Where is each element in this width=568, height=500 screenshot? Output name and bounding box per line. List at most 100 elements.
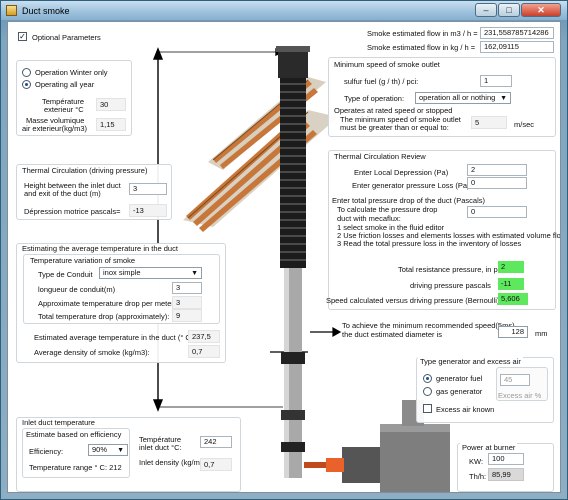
rated-speed-label: Operates at rated speed or stopped (334, 106, 453, 115)
all-year-radio[interactable] (22, 80, 31, 89)
diameter-label-2: the duct estimated diameter is (342, 330, 443, 339)
generator-loss-input[interactable]: 0 (467, 177, 527, 189)
sulfur-input[interactable]: 1 (480, 75, 512, 87)
flow-kg-label: Smoke estimated flow in kg / h = (367, 43, 476, 52)
th-value: 85,99 (488, 468, 524, 481)
efficiency-label: Efficiency: (29, 447, 64, 456)
operation-type-value: operation all or nothing (419, 93, 496, 102)
duct-pipe (276, 46, 310, 478)
client-area: ✓ Optional Parameters Smoke estimated fl… (7, 21, 561, 493)
ext-temp-input[interactable]: 30 (96, 98, 126, 111)
estimated-temp-label: Estimated average temperature in the duc… (34, 333, 194, 342)
gas-generator-label: gas generator (436, 387, 483, 396)
winter-only-label: Operation Winter only (35, 68, 108, 77)
air-density-input[interactable]: 1,15 (96, 118, 126, 131)
diameter-value: 128 (498, 326, 528, 338)
operation-type-label: Type of operation: (344, 94, 405, 103)
app-window: Duct smoke – □ ✕ ✓ Optional Parameters S… (0, 0, 568, 500)
excess-air-known-label: Excess air known (436, 405, 495, 414)
total-temp-drop-label: Total temperature drop (approximately): (38, 312, 170, 321)
total-temp-drop-value: 9 (172, 309, 202, 322)
air-density-label-2: air exterieur(kg/m3) (22, 124, 88, 133)
estimated-temp-value: 237,5 (188, 330, 220, 343)
diameter-dimension-arrow (270, 326, 342, 353)
speed-value: 5,606 (498, 293, 528, 305)
local-depression-label: Enter Local Depression (Pa) (354, 168, 449, 177)
calc-line-2: duct with mecaflux: (337, 214, 401, 223)
step-3: 3 Read the total pressure loss in the in… (337, 239, 522, 248)
generator-fuel-label: generator fuel (436, 374, 483, 383)
height-label-2: and exit of the duct (m) (24, 189, 101, 198)
driving-pressure-value: -11 (498, 278, 524, 290)
resistance-value: 2 (498, 261, 524, 273)
inlet-density-value: 0,7 (200, 458, 232, 471)
generator-loss-label: Enter generator pressure Loss (Pa) (352, 181, 470, 190)
depression-value: -13 (129, 204, 167, 217)
temp-variation-title: Temperature variation of smoke (28, 256, 138, 265)
speed-label: Speed calculated versus driving pressure… (326, 296, 512, 305)
inlet-temp-label-2: inlet duct °C: (139, 443, 182, 452)
temp-range-label: Temperature range ° C: 212 (29, 463, 122, 472)
optional-parameters-checkbox[interactable]: ✓ (18, 32, 27, 41)
generator-fuel-radio[interactable] (423, 374, 432, 383)
efficiency-value: 90% (92, 445, 108, 454)
avg-density-value: 0,7 (188, 345, 220, 358)
chevron-down-icon: ▼ (500, 95, 507, 102)
duct-length-input[interactable]: 3 (172, 282, 202, 294)
drop-per-meter-value: 3 (172, 296, 202, 309)
kw-label: KW: (469, 457, 484, 466)
roof-illustration (183, 77, 338, 232)
excess-air-caption: Excess air % (498, 391, 542, 400)
min-speed-value: 5 (471, 116, 507, 129)
flow-m3-label: Smoke estimated flow in m3 / h = (367, 29, 478, 38)
sulfur-label: sulfur fuel (g / th) / pci: (344, 77, 419, 86)
window-title: Duct smoke (22, 5, 70, 16)
avg-temp-title: Estimating the average temperature in th… (20, 244, 180, 253)
conduit-type-label: Type de Conduit (38, 270, 93, 279)
calc-line-1: To calculate the pressure drop (337, 205, 438, 214)
operation-type-dropdown[interactable]: operation all or nothing ▼ (415, 92, 511, 104)
app-icon (6, 5, 17, 16)
conduit-type-value: inox simple (103, 268, 141, 277)
total-drop-label: Enter total pressure drop of the duct (P… (332, 196, 485, 205)
title-bar[interactable]: Duct smoke – □ ✕ (1, 1, 567, 20)
inlet-temp-input[interactable]: 242 (200, 436, 232, 448)
gas-generator-radio[interactable] (423, 387, 432, 396)
efficiency-dropdown[interactable]: 90% ▼ (88, 444, 128, 456)
avg-density-label: Average density of smoke (kg/m3): (34, 348, 150, 357)
kw-input[interactable]: 100 (488, 453, 524, 465)
inlet-density-label: Inlet density (kg/m3): (139, 458, 209, 467)
generator-title: Type generator and excess air (418, 357, 523, 366)
power-title: Power at burner (460, 443, 518, 452)
resistance-label: Total resistance pressure, in pasc (398, 265, 510, 274)
depression-label: Dépression motrice pascals= (24, 207, 121, 216)
inlet-temp-title: Inlet duct temperature (20, 418, 97, 427)
driving-pressure-label: driving pressure pascals (410, 281, 491, 290)
total-drop-input[interactable]: 0 (467, 206, 527, 218)
winter-only-radio[interactable] (22, 68, 31, 77)
local-depression-input[interactable]: 2 (467, 164, 527, 176)
diameter-unit: mm (535, 329, 548, 338)
drop-per-meter-label: Approximate temperature drop per meter: (38, 299, 176, 308)
review-title: Thermal Circulation Review (332, 152, 428, 161)
duct-length-label: longueur de conduit(m) (38, 285, 116, 294)
excess-air-input[interactable]: 45 (500, 374, 530, 386)
min-speed-title: Minimum speed of smoke outlet (332, 60, 442, 69)
th-label: Th/h: (469, 472, 487, 481)
height-input[interactable]: 3 (129, 183, 167, 195)
maximize-button[interactable]: □ (498, 3, 520, 17)
optional-parameters-label: Optional Parameters (32, 33, 101, 42)
min-speed-label-2: must be greater than or equal to: (340, 123, 449, 132)
flow-kg-value: 162,09115 (480, 41, 554, 53)
conduit-type-dropdown[interactable]: inox simple ▼ (99, 267, 202, 279)
estimate-efficiency-label: Estimate based on efficiency (24, 430, 124, 439)
flow-m3-value: 231,558785714286 (480, 27, 554, 39)
excess-air-known-checkbox[interactable] (423, 404, 432, 413)
chevron-down-icon: ▼ (191, 270, 198, 277)
diameter-label-1: To achieve the minimum recommended speed… (342, 321, 515, 330)
minimize-button[interactable]: – (475, 3, 497, 17)
chevron-down-icon: ▼ (117, 447, 124, 454)
ext-temp-label-2: exterieur °C (44, 105, 84, 114)
close-button[interactable]: ✕ (521, 3, 561, 17)
min-speed-unit: m/sec (514, 120, 535, 129)
